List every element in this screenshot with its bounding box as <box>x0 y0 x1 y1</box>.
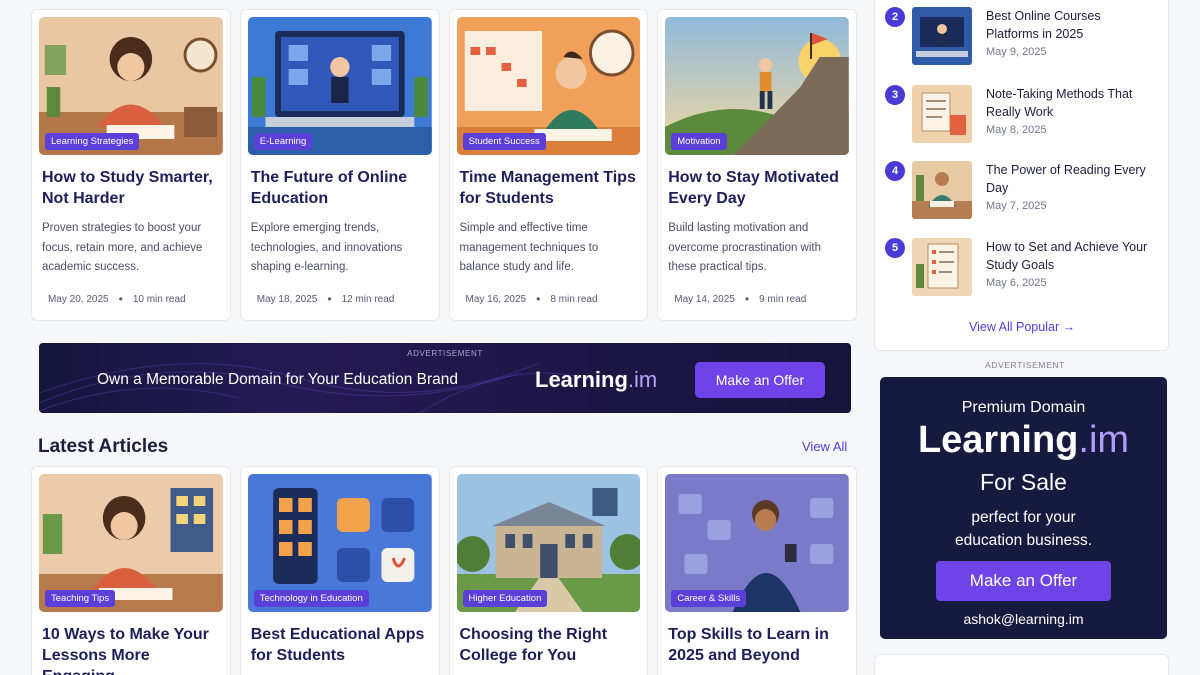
article-title[interactable]: 10 Ways to Make Your Lessons More Engagi… <box>42 624 220 675</box>
ad-description-line: education business. <box>954 532 1092 549</box>
rank-badge: 2 <box>885 7 905 27</box>
latest-articles-heading: Latest Articles <box>38 436 169 457</box>
read-time: 12 min read <box>341 293 395 305</box>
separator-dot-icon: • <box>327 292 332 306</box>
article-title[interactable]: How to Stay Motivated Every Day <box>668 167 846 209</box>
view-all-link[interactable]: View All <box>802 439 847 454</box>
ad-brand-logo: Learning.im <box>535 367 657 393</box>
rank-badge: 5 <box>885 238 905 258</box>
popular-date: May 9, 2025 <box>986 46 1047 58</box>
popular-item[interactable]: 5 How to Set and Achieve Your Study Goal… <box>885 238 1165 300</box>
rank-badge: 4 <box>885 161 905 181</box>
make-offer-button[interactable]: Make an Offer <box>695 362 825 398</box>
popular-articles-panel: 2 Best Online Courses Platforms in 2025 … <box>874 0 1169 351</box>
separator-dot-icon: • <box>118 292 123 306</box>
popular-date: May 8, 2025 <box>986 124 1047 136</box>
article-meta: May 16, 2025 • 8 min read <box>466 292 598 306</box>
article-date: May 14, 2025 <box>674 293 735 305</box>
separator-dot-icon: • <box>744 292 750 306</box>
article-title[interactable]: The Future of Online Education <box>251 167 429 209</box>
popular-title[interactable]: How to Set and Achieve Your Study Goals <box>986 239 1156 274</box>
popular-title[interactable]: The Power of Reading Every Day <box>986 162 1156 197</box>
popular-title[interactable]: Note-Taking Methods That Really Work <box>986 86 1156 121</box>
article-image[interactable]: Learning Strategies <box>39 17 223 155</box>
article-image[interactable]: Career & Skills <box>665 474 849 612</box>
ad-brand-logo: Learning.im <box>880 419 1167 462</box>
ad-description: perfect for your education business. <box>880 506 1167 552</box>
contact-email-link[interactable]: ashok@learning.im <box>880 611 1167 627</box>
brand-extension: .im <box>1078 419 1130 461</box>
popular-item[interactable]: 2 Best Online Courses Platforms in 2025 … <box>885 7 1165 69</box>
sidebar-domain-ad[interactable]: Premium Domain Learning.im For Sale perf… <box>880 377 1167 639</box>
article-excerpt: Proven strategies to boost your focus, r… <box>42 222 203 273</box>
category-tag[interactable]: Teaching Tips <box>45 590 116 607</box>
article-image[interactable]: Technology in Education <box>247 474 432 612</box>
category-tag[interactable]: Student Success <box>462 133 546 150</box>
popular-thumbnail[interactable] <box>912 85 972 143</box>
separator-dot-icon: • <box>536 292 541 306</box>
sidebar-ad-label: ADVERTISEMENT <box>985 360 1065 370</box>
article-meta: May 18, 2025 • 12 min read <box>257 292 395 306</box>
article-card[interactable]: Career & Skills Top Skills to Learn in 2… <box>657 466 857 675</box>
category-tag[interactable]: E-Learning <box>253 133 313 150</box>
ad-for-sale: For Sale <box>980 469 1067 495</box>
article-title[interactable]: Best Educational Apps for Students <box>251 624 429 666</box>
article-excerpt: Simple and effective time management tec… <box>459 222 599 273</box>
read-time: 8 min read <box>550 293 598 305</box>
category-tag[interactable]: Motivation <box>671 133 727 150</box>
popular-item[interactable]: 4 The Power of Reading Every Day May 7, … <box>885 161 1165 223</box>
category-tag[interactable]: Higher Education <box>462 590 548 607</box>
article-meta: May 20, 2025 • 10 min read <box>48 292 186 306</box>
ad-tagline: Own a Memorable Domain for Your Educatio… <box>97 371 459 388</box>
article-image[interactable]: Student Success <box>456 17 641 155</box>
popular-thumbnail[interactable] <box>912 7 972 65</box>
category-tag[interactable]: Technology in Education <box>253 590 369 607</box>
popular-thumbnail[interactable] <box>912 238 972 296</box>
brand-name: Learning <box>917 419 1079 461</box>
article-excerpt: Build lasting motivation and overcome pr… <box>668 222 822 273</box>
rank-badge: 3 <box>885 85 905 105</box>
article-title[interactable]: Choosing the Right College for You <box>460 624 638 666</box>
article-excerpt: Explore emerging trends, technologies, a… <box>250 222 403 273</box>
view-all-popular-link[interactable]: View All Popular → <box>969 320 1075 334</box>
article-image[interactable]: Teaching Tips <box>39 474 223 612</box>
category-tag[interactable]: Career & Skills <box>671 590 747 607</box>
make-offer-button[interactable]: Make an Offer <box>936 561 1111 601</box>
popular-title[interactable]: Best Online Courses Platforms in 2025 <box>986 8 1156 43</box>
popular-item[interactable]: 3 Note-Taking Methods That Really Work M… <box>885 85 1165 147</box>
category-tag[interactable]: Learning Strategies <box>45 133 140 150</box>
brand-extension: .im <box>627 367 658 392</box>
ad-description-line: perfect for your <box>971 509 1076 526</box>
brand-name: Learning <box>535 367 628 392</box>
article-card[interactable]: Higher Education Choosing the Right Coll… <box>448 466 649 675</box>
popular-date: May 7, 2025 <box>986 200 1047 212</box>
article-date: May 16, 2025 <box>465 293 527 305</box>
featured-articles-row: Learning Strategies How to Study Smarter… <box>31 9 857 321</box>
article-card[interactable]: Learning Strategies How to Study Smarter… <box>31 9 231 321</box>
article-meta: May 14, 2025 • 9 min read <box>674 292 806 306</box>
article-date: May 18, 2025 <box>256 293 318 305</box>
article-date: May 20, 2025 <box>48 293 109 305</box>
popular-thumbnail[interactable] <box>912 161 972 219</box>
latest-articles-row: Teaching Tips 10 Ways to Make Your Lesso… <box>31 466 857 675</box>
article-card[interactable]: Teaching Tips 10 Ways to Make Your Lesso… <box>31 466 231 675</box>
read-time: 9 min read <box>759 293 807 305</box>
sidebar-next-panel <box>874 654 1169 675</box>
article-image[interactable]: E-Learning <box>247 17 432 155</box>
domain-ad-banner[interactable]: ADVERTISEMENT Own a Memorable Domain for… <box>39 343 851 413</box>
article-image[interactable]: Motivation <box>665 17 849 155</box>
ad-label: ADVERTISEMENT <box>407 349 483 358</box>
article-card[interactable]: Technology in Education Best Educational… <box>239 466 440 675</box>
article-image[interactable]: Higher Education <box>456 474 641 612</box>
article-title[interactable]: Time Management Tips for Students <box>460 167 638 209</box>
article-card[interactable]: E-Learning The Future of Online Educatio… <box>239 9 440 321</box>
popular-date: May 6, 2025 <box>986 277 1047 289</box>
article-card[interactable]: Student Success Time Management Tips for… <box>448 9 649 321</box>
article-title[interactable]: Top Skills to Learn in 2025 and Beyond <box>668 624 846 666</box>
read-time: 10 min read <box>132 293 186 305</box>
ad-premium-text: Premium Domain <box>961 399 1086 416</box>
article-card[interactable]: Motivation How to Stay Motivated Every D… <box>657 9 857 321</box>
article-title[interactable]: How to Study Smarter, Not Harder <box>42 167 220 209</box>
